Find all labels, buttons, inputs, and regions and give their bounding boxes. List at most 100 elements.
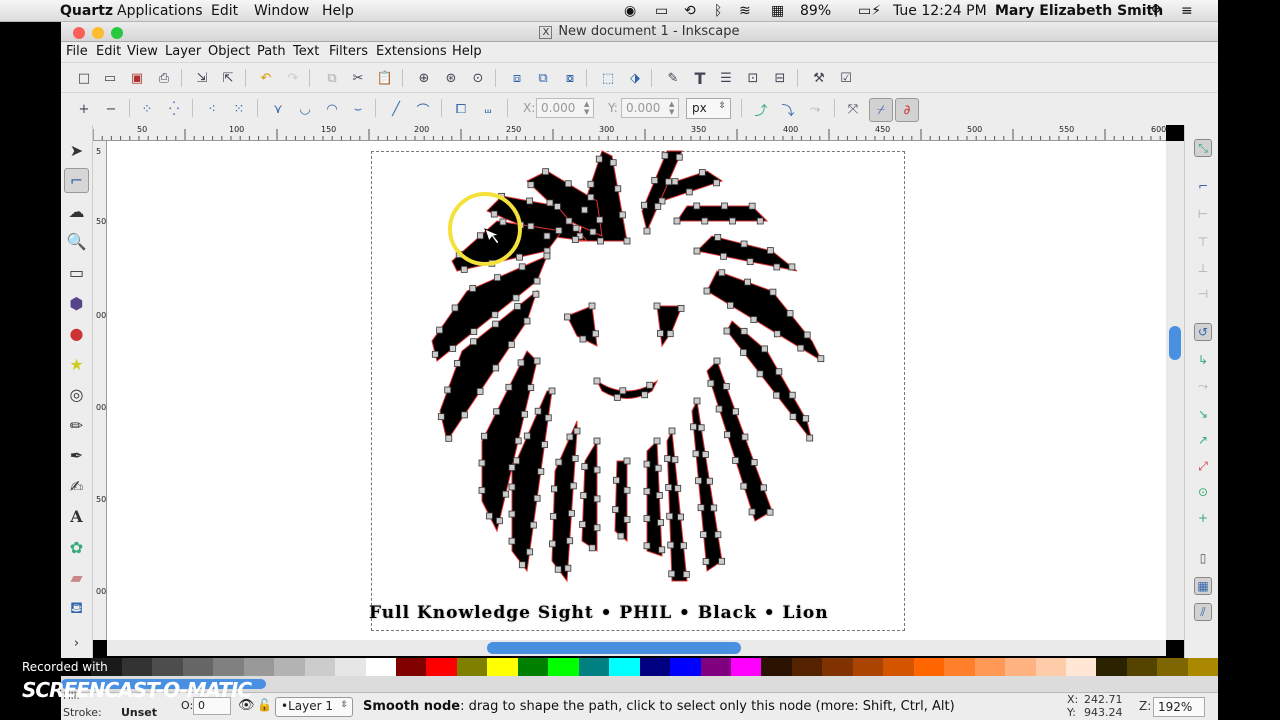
path-node[interactable] <box>496 517 503 525</box>
path-node[interactable] <box>748 508 756 516</box>
color-swatch[interactable] <box>365 658 396 676</box>
path-node[interactable] <box>492 320 500 328</box>
path-node[interactable] <box>593 377 601 385</box>
color-swatch[interactable] <box>1005 658 1036 676</box>
segment-curve-icon[interactable]: ⌒ <box>413 99 433 119</box>
path-node[interactable] <box>542 168 550 176</box>
snap-bbox-corners-icon[interactable]: ⊤ <box>1194 233 1212 251</box>
path-node[interactable] <box>673 217 681 225</box>
path-node[interactable] <box>693 397 701 405</box>
path-node[interactable] <box>502 490 510 498</box>
path-node[interactable] <box>445 434 453 442</box>
path-node[interactable] <box>773 330 781 338</box>
snap-nodes-icon[interactable]: ↺ <box>1194 323 1212 341</box>
path-node[interactable] <box>619 387 627 395</box>
snap-path-intersections-icon[interactable]: ⤳ <box>1194 377 1212 395</box>
path-node[interactable] <box>674 484 682 492</box>
path-node[interactable] <box>667 541 675 549</box>
time-machine-icon[interactable]: ⟲ <box>684 3 696 19</box>
path-node[interactable] <box>700 531 707 539</box>
path-node[interactable] <box>658 546 666 554</box>
battery-percent[interactable]: 89% <box>800 3 831 19</box>
path-node[interactable] <box>572 224 580 232</box>
menu-object[interactable]: Object <box>208 44 250 59</box>
path-node[interactable] <box>657 329 664 337</box>
path-node[interactable] <box>693 247 701 255</box>
path-node[interactable] <box>486 512 493 520</box>
path-node[interactable] <box>593 437 601 445</box>
path-node[interactable] <box>769 288 777 296</box>
path-node[interactable] <box>518 263 526 271</box>
join-segment-icon[interactable]: ⁖ <box>202 99 222 119</box>
path-node[interactable] <box>718 269 726 277</box>
path-node[interactable] <box>527 181 535 189</box>
path-node[interactable] <box>564 564 572 572</box>
color-swatch[interactable] <box>609 658 640 676</box>
path-node[interactable] <box>668 570 676 578</box>
path-node[interactable] <box>532 290 540 298</box>
snap-guides-icon[interactable]: ⫽ <box>1194 603 1212 621</box>
path-node[interactable] <box>555 227 563 234</box>
menu-extensions[interactable]: Extensions <box>376 44 447 59</box>
path-node[interactable] <box>573 427 581 435</box>
path-node[interactable] <box>675 153 683 161</box>
path-node[interactable] <box>508 464 516 471</box>
path-node[interactable] <box>788 263 796 271</box>
path-node[interactable] <box>529 521 537 529</box>
path-node[interactable] <box>480 432 488 440</box>
menu-layer[interactable]: Layer <box>165 44 201 59</box>
text-font-icon[interactable]: T <box>690 68 710 88</box>
path-node[interactable] <box>741 433 749 441</box>
path-node[interactable] <box>713 357 721 365</box>
zoom-field[interactable]: 192% <box>1153 697 1205 717</box>
path-node[interactable] <box>732 408 739 416</box>
path-node[interactable] <box>729 217 736 225</box>
path-node[interactable] <box>740 327 748 335</box>
path-node[interactable] <box>593 524 601 532</box>
path-node[interactable] <box>760 484 767 492</box>
menu-edit[interactable]: Edit <box>96 44 121 59</box>
spray-tool-icon[interactable]: ✿ <box>64 535 89 560</box>
path-node[interactable] <box>516 253 523 261</box>
snap-line-midpoints-icon[interactable]: ⤢ <box>1194 457 1212 475</box>
delete-segment-icon[interactable]: ⁙ <box>229 99 249 119</box>
color-swatch[interactable] <box>152 658 183 676</box>
path-node[interactable] <box>643 487 651 495</box>
path-node[interactable] <box>740 349 747 356</box>
path-node[interactable] <box>677 513 685 521</box>
path-node[interactable] <box>789 413 797 421</box>
path-node[interactable] <box>490 210 498 218</box>
notification-center-icon[interactable]: ≡ <box>1181 3 1193 19</box>
path-node[interactable] <box>566 433 574 441</box>
x-spinner-icon[interactable]: ▲ ▼ <box>584 100 592 116</box>
preferences-icon[interactable]: ⚒ <box>809 68 829 88</box>
copy-icon[interactable]: ⧉ <box>322 68 342 88</box>
path-node[interactable] <box>640 201 648 209</box>
path-node[interactable] <box>508 537 516 545</box>
color-swatch[interactable] <box>1157 658 1188 676</box>
battery-icon[interactable]: ▭⚡ <box>858 3 881 19</box>
menubar-applications[interactable]: Applications <box>117 3 203 19</box>
export-icon[interactable]: ⇱ <box>218 68 238 88</box>
object-to-path-icon[interactable]: ⧠ <box>451 99 471 119</box>
color-swatch[interactable] <box>121 658 153 676</box>
path-node[interactable] <box>533 357 541 365</box>
auto-smooth-node-icon[interactable]: ⌣ <box>348 99 368 119</box>
text-tool-icon[interactable]: A <box>64 504 89 529</box>
cut-icon[interactable]: ✂ <box>348 68 368 88</box>
insert-node-icon[interactable]: + <box>74 99 94 119</box>
undo-icon[interactable]: ↶ <box>256 68 276 88</box>
path-node[interactable] <box>750 459 758 466</box>
path-node[interactable] <box>451 304 459 312</box>
pen-tool-icon[interactable]: ✒ <box>64 443 89 468</box>
path-node[interactable] <box>710 504 718 512</box>
spiral-tool-icon[interactable]: ◎ <box>64 382 89 407</box>
xml-editor-icon[interactable]: ⊡ <box>743 68 763 88</box>
path-node[interactable] <box>748 202 756 210</box>
path-node[interactable] <box>597 237 604 245</box>
zoom-drawing-icon[interactable]: ⊛ <box>441 68 461 88</box>
path-node[interactable] <box>593 466 601 474</box>
path-node[interactable] <box>756 370 764 378</box>
path-node[interactable] <box>653 302 661 310</box>
snap-bbox-midpoints-icon[interactable]: ⊥ <box>1194 259 1212 277</box>
